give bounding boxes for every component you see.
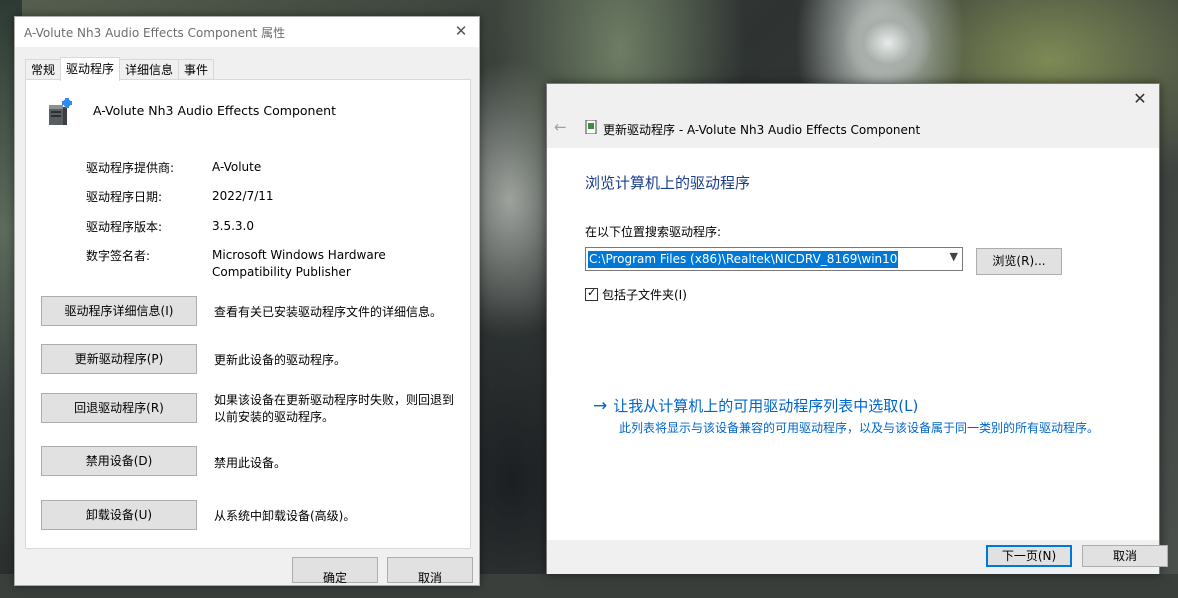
- version-label: 驱动程序版本:: [86, 220, 163, 234]
- audio-device-icon: [49, 98, 72, 125]
- properties-dialog: A-Volute Nh3 Audio Effects Component 属性 …: [14, 16, 480, 586]
- uninstall-device-desc: 从系统中卸载设备(高级)。: [214, 509, 356, 523]
- wizard-body: 浏览计算机上的驱动程序 在以下位置搜索驱动程序: C:\Program File…: [547, 148, 1159, 540]
- date-value: 2022/7/11: [212, 189, 274, 203]
- signer-label: 数字签名者:: [86, 249, 151, 263]
- wallpaper-statue: [838, 0, 938, 86]
- wizard-heading: 浏览计算机上的驱动程序: [585, 174, 751, 192]
- include-subfolders-row[interactable]: 包括子文件夹(I): [585, 286, 687, 303]
- provider-label: 驱动程序提供商:: [86, 161, 175, 175]
- update-driver-wizard: ✕ ← 更新驱动程序 - A-Volute Nh3 Audio Effects …: [546, 83, 1168, 574]
- driver-icon: [585, 120, 597, 134]
- browse-button[interactable]: 浏览(R)...: [976, 248, 1062, 275]
- provider-value: A-Volute: [212, 160, 262, 174]
- close-icon[interactable]: ✕: [1131, 90, 1149, 108]
- arrow-right-icon[interactable]: →: [593, 396, 607, 416]
- properties-tabs: 常规 驱动程序 详细信息 事件: [25, 57, 215, 81]
- pick-from-list-text[interactable]: 让我从计算机上的可用驱动程序列表中选取(L): [613, 396, 918, 416]
- driver-tab-panel: A-Volute Nh3 Audio Effects Component 驱动程…: [25, 79, 471, 549]
- driver-details-desc: 查看有关已安装驱动程序文件的详细信息。: [214, 305, 443, 319]
- properties-title: A-Volute Nh3 Audio Effects Component 属性: [24, 25, 286, 40]
- next-button[interactable]: 下一页(N): [986, 545, 1072, 567]
- search-location-label: 在以下位置搜索驱动程序:: [585, 225, 722, 239]
- version-value: 3.5.3.0: [212, 219, 254, 233]
- back-arrow-icon[interactable]: ←: [554, 119, 570, 135]
- rollback-driver-button[interactable]: 回退驱动程序(R): [41, 393, 197, 423]
- signer-value: Microsoft Windows Hardware Compatibility…: [212, 248, 386, 279]
- wizard-footer: 下一页(N) 取消: [547, 540, 1168, 574]
- date-label: 驱动程序日期:: [86, 190, 163, 204]
- update-driver-desc: 更新此设备的驱动程序。: [214, 353, 347, 367]
- device-name: A-Volute Nh3 Audio Effects Component: [93, 103, 336, 118]
- ok-button[interactable]: 确定: [292, 557, 378, 585]
- pick-from-list-link[interactable]: → 让我从计算机上的可用驱动程序列表中选取(L): [593, 396, 918, 416]
- tab-driver[interactable]: 驱动程序: [60, 57, 121, 81]
- cancel-button[interactable]: 取消: [387, 557, 473, 585]
- path-combobox[interactable]: C:\Program Files (x86)\Realtek\NICDRV_81…: [585, 247, 963, 271]
- disable-device-button[interactable]: 禁用设备(D): [41, 446, 197, 476]
- uninstall-device-button[interactable]: 卸载设备(U): [41, 500, 197, 530]
- rollback-driver-desc: 如果该设备在更新驱动程序时失败，则回退到以前安装的驱动程序。: [214, 393, 455, 424]
- wizard-header: ✕ ← 更新驱动程序 - A-Volute Nh3 Audio Effects …: [547, 84, 1159, 148]
- update-driver-button[interactable]: 更新驱动程序(P): [41, 344, 197, 374]
- wizard-cancel-button[interactable]: 取消: [1082, 545, 1168, 567]
- tab-general[interactable]: 常规: [25, 59, 62, 81]
- tab-details[interactable]: 详细信息: [119, 59, 180, 81]
- wizard-title: 更新驱动程序 - A-Volute Nh3 Audio Effects Comp…: [603, 123, 921, 137]
- path-input[interactable]: C:\Program Files (x86)\Realtek\NICDRV_81…: [588, 251, 899, 268]
- close-icon[interactable]: ✕: [453, 23, 469, 39]
- properties-titlebar[interactable]: A-Volute Nh3 Audio Effects Component 属性 …: [15, 17, 479, 47]
- chevron-down-icon[interactable]: ▼: [950, 250, 958, 263]
- disable-device-desc: 禁用此设备。: [214, 456, 287, 470]
- pick-from-list-desc: 此列表将显示与该设备兼容的可用驱动程序，以及与该设备属于同一类别的所有驱动程序。: [619, 421, 1100, 435]
- driver-details-button[interactable]: 驱动程序详细信息(I): [41, 296, 197, 326]
- include-subfolders-checkbox[interactable]: [585, 286, 598, 301]
- tab-events[interactable]: 事件: [178, 59, 215, 81]
- include-subfolders-label[interactable]: 包括子文件夹(I): [602, 286, 687, 303]
